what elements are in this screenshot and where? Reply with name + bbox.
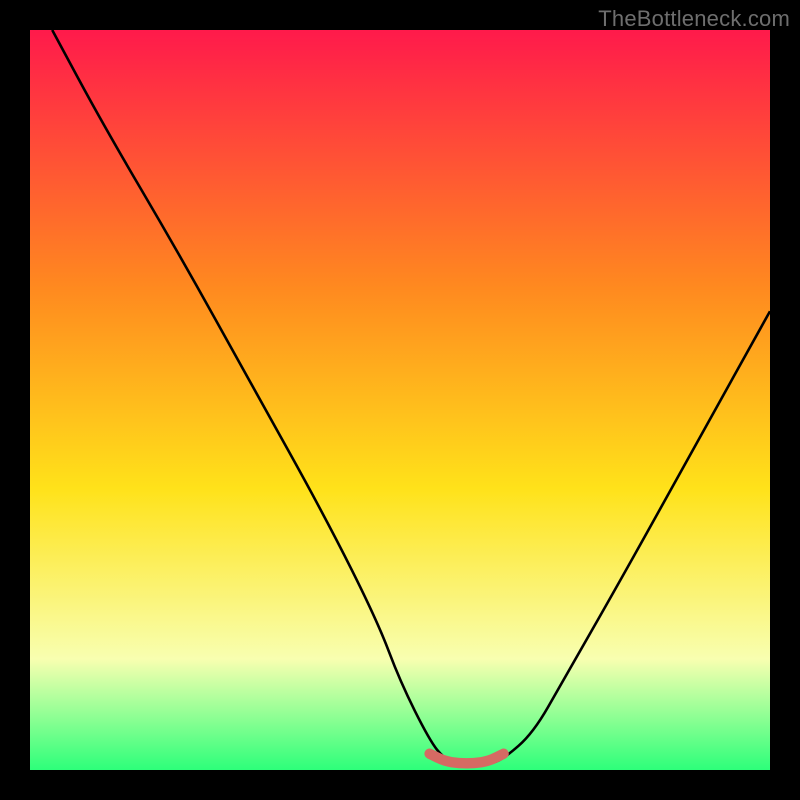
bottleneck-chart [30, 30, 770, 770]
watermark-text: TheBottleneck.com [598, 6, 790, 32]
chart-frame: TheBottleneck.com [0, 0, 800, 800]
gradient-background [30, 30, 770, 770]
